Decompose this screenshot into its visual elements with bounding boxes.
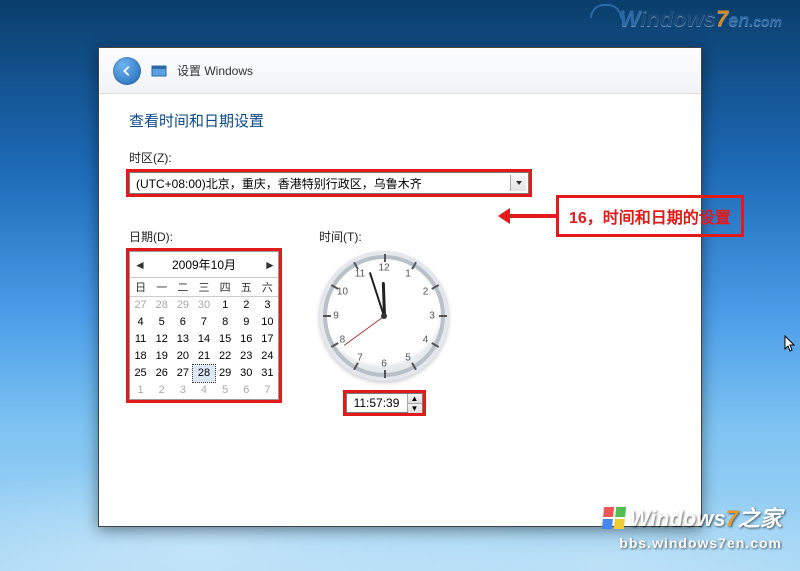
- annotation-text: 16，时间和日期的设置: [556, 195, 744, 237]
- calendar-dow: 日: [130, 278, 151, 297]
- calendar-day[interactable]: 31: [257, 365, 278, 382]
- calendar-day[interactable]: 12: [151, 331, 172, 348]
- calendar-day[interactable]: 7: [193, 314, 214, 331]
- calendar-day[interactable]: 5: [215, 382, 236, 399]
- calendar-day[interactable]: 18: [130, 348, 151, 365]
- date-picker[interactable]: ◄ 2009年10月 ► 日一二三四五六 2728293012345678910…: [129, 251, 279, 400]
- watermark-top: Windows7en.com: [620, 6, 782, 32]
- calendar-day[interactable]: 6: [172, 314, 193, 331]
- calendar-day[interactable]: 11: [130, 331, 151, 348]
- arrow-icon: [502, 214, 556, 218]
- calendar-day[interactable]: 4: [193, 382, 214, 399]
- timezone-value: (UTC+08:00)北京，重庆，香港特别行政区，乌鲁木齐: [136, 175, 422, 192]
- timezone-dropdown[interactable]: (UTC+08:00)北京，重庆，香港特别行政区，乌鲁木齐: [129, 172, 529, 194]
- watermark-bottom: Windows7之家 bbs.windows7en.com: [603, 501, 782, 551]
- calendar-day[interactable]: 29: [215, 365, 236, 382]
- calendar-day[interactable]: 24: [257, 348, 278, 365]
- calendar-dow: 四: [215, 278, 236, 297]
- spinner-up-icon[interactable]: ▲: [408, 394, 422, 404]
- calendar-day[interactable]: 1: [215, 297, 236, 314]
- time-field[interactable]: [347, 396, 407, 410]
- calendar-day[interactable]: 9: [236, 314, 257, 331]
- wizard-header: 设置 Windows: [99, 48, 701, 94]
- calendar-day[interactable]: 8: [215, 314, 236, 331]
- calendar-day[interactable]: 28: [151, 297, 172, 314]
- time-spinner[interactable]: ▲ ▼: [407, 394, 422, 412]
- calendar-day[interactable]: 7: [257, 382, 278, 399]
- calendar-day[interactable]: 6: [236, 382, 257, 399]
- calendar-day[interactable]: 27: [172, 365, 193, 382]
- calendar-day[interactable]: 26: [151, 365, 172, 382]
- calendar-day[interactable]: 22: [215, 348, 236, 365]
- calendar-day[interactable]: 4: [130, 314, 151, 331]
- calendar-day[interactable]: 28: [193, 365, 214, 382]
- back-arrow-icon: [120, 64, 134, 78]
- calendar-day[interactable]: 23: [236, 348, 257, 365]
- calendar-dow: 六: [257, 278, 278, 297]
- calendar-day[interactable]: 27: [130, 297, 151, 314]
- calendar-day[interactable]: 5: [151, 314, 172, 331]
- calendar-day[interactable]: 15: [215, 331, 236, 348]
- calendar-day[interactable]: 10: [257, 314, 278, 331]
- calendar-month-title: 2009年10月: [172, 256, 236, 273]
- calendar-dow: 三: [193, 278, 214, 297]
- time-input-highlight: ▲ ▼: [346, 393, 423, 413]
- calendar-day[interactable]: 30: [193, 297, 214, 314]
- calendar-dow: 一: [151, 278, 172, 297]
- annotation-callout: 16，时间和日期的设置: [502, 195, 744, 237]
- calendar-day[interactable]: 25: [130, 365, 151, 382]
- calendar-day[interactable]: 1: [130, 382, 151, 399]
- calendar-day[interactable]: 20: [172, 348, 193, 365]
- prev-month-button[interactable]: ◄: [134, 258, 144, 272]
- page-title: 查看时间和日期设置: [129, 110, 671, 131]
- back-button[interactable]: [113, 57, 141, 85]
- calendar-day[interactable]: 13: [172, 331, 193, 348]
- setup-wizard-window: 设置 Windows 查看时间和日期设置 时区(Z): (UTC+08:00)北…: [98, 47, 702, 527]
- chevron-down-icon: [510, 175, 526, 191]
- calendar-dow: 五: [236, 278, 257, 297]
- calendar-highlight: ◄ 2009年10月 ► 日一二三四五六 2728293012345678910…: [129, 251, 279, 400]
- wizard-body: 查看时间和日期设置 时区(Z): (UTC+08:00)北京，重庆，香港特别行政…: [99, 94, 701, 526]
- next-month-button[interactable]: ►: [264, 258, 274, 272]
- calendar-day[interactable]: 3: [172, 382, 193, 399]
- calendar-day[interactable]: 14: [193, 331, 214, 348]
- calendar-day[interactable]: 3: [257, 297, 278, 314]
- calendar-day[interactable]: 17: [257, 331, 278, 348]
- calendar-day[interactable]: 2: [151, 382, 172, 399]
- calendar-day[interactable]: 21: [193, 348, 214, 365]
- analog-clock: 121234567891011: [319, 251, 449, 381]
- time-label: 时间(T):: [319, 228, 449, 245]
- calendar-dow: 二: [172, 278, 193, 297]
- calendar-day[interactable]: 16: [236, 331, 257, 348]
- mouse-cursor-icon: [784, 335, 796, 353]
- timezone-label: 时区(Z):: [129, 149, 671, 166]
- wizard-icon: [151, 63, 167, 79]
- spinner-down-icon[interactable]: ▼: [408, 404, 422, 413]
- calendar-day[interactable]: 2: [236, 297, 257, 314]
- calendar-day[interactable]: 30: [236, 365, 257, 382]
- window-title: 设置 Windows: [177, 62, 253, 79]
- calendar-day[interactable]: 29: [172, 297, 193, 314]
- date-label: 日期(D):: [129, 228, 279, 245]
- calendar-day[interactable]: 19: [151, 348, 172, 365]
